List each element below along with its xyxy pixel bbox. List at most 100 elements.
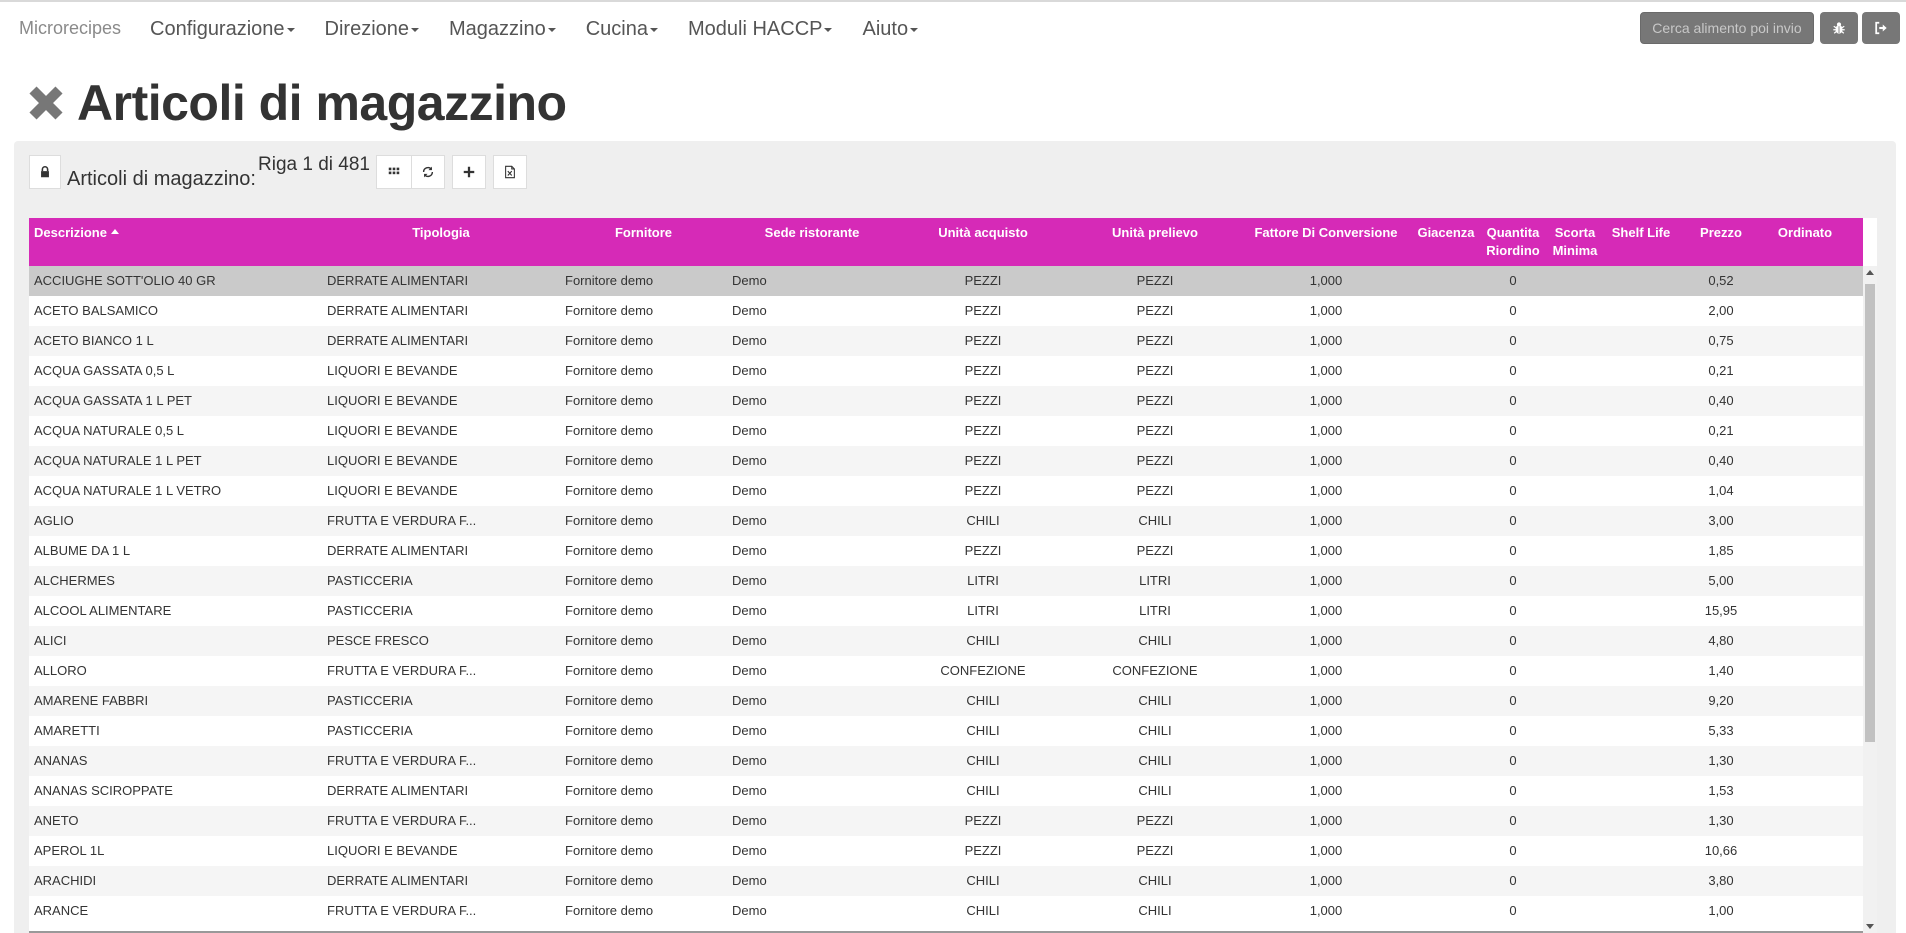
cell-shelf-life [1603,506,1679,536]
column-header-unita-acquisto[interactable]: Unità acquisto [897,218,1069,266]
table-row[interactable]: ALLORO FRUTTA E VERDURA F... Fornitore dem… [29,656,1863,686]
cell-quantita-riordino: 0 [1509,663,1517,678]
add-item-button[interactable] [452,155,486,189]
plus-icon [463,166,475,178]
cell-scorta-minima [1547,506,1603,536]
table-row[interactable]: AMARENE FABBRI PASTICCERIA Fornitore demo D… [29,686,1863,716]
cell-tipologia: DERRATE ALIMENTARI [327,303,469,318]
cell-unita-prelievo: PEZZI [1136,813,1174,828]
column-header-fattore-conversione[interactable]: Fattore Di Conversione [1241,218,1411,266]
food-search-button[interactable]: Cerca alimento poi invio [1640,12,1814,44]
cell-unita-prelievo: PEZZI [1136,423,1174,438]
cell-prezzo: 2,00 [1708,303,1734,318]
cell-sede-ristorante: Demo [732,693,767,708]
table-row[interactable]: ACQUA NATURALE 1 L PET LIQUORI E BEVANDE F… [29,446,1863,476]
table-row[interactable]: ANETO FRUTTA E VERDURA F... Fornitore demo… [29,806,1863,836]
column-header-prezzo[interactable]: Prezzo [1679,218,1763,266]
table-row[interactable]: AMARETTI PASTICCERIA Fornitore demo Demo CHI… [29,716,1863,746]
cell-sede-ristorante: Demo [732,333,767,348]
table-row[interactable]: ALICI PESCE FRESCO Fornitore demo Demo CHILI… [29,626,1863,656]
cell-quantita-riordino: 0 [1509,333,1517,348]
table-row[interactable]: ANANAS FRUTTA E VERDURA F... Fornitore dem… [29,746,1863,776]
grid-body: ACCIUGHE SOTT'OLIO 40 GR DERRATE ALIMENTA… [29,266,1863,926]
nav-item-moduli-haccp[interactable]: Moduli HACCP [688,18,833,41]
table-row[interactable]: ACETO BALSAMICO DERRATE ALIMENTARI Fornito… [29,296,1863,326]
cell-fattore-conversione: 1,000 [1309,363,1343,378]
refresh-icon [422,166,434,178]
table-row[interactable]: ACQUA NATURALE 0,5 L LIQUORI E BEVANDE For… [29,416,1863,446]
cell-scorta-minima [1547,596,1603,626]
cell-ordinato [1763,446,1847,476]
column-header-label: Unità prelievo [1112,225,1198,240]
cell-quantita-riordino: 0 [1509,753,1517,768]
grid-scrollbar[interactable] [1863,266,1877,933]
table-row[interactable]: ARACHIDI DERRATE ALIMENTARI Fornitore demo… [29,866,1863,896]
nav-item-configurazione[interactable]: Configurazione [150,18,295,41]
cell-fattore-conversione: 1,000 [1309,423,1343,438]
nav-item-cucina[interactable]: Cucina [586,18,658,41]
nav-item-direzione[interactable]: Direzione [325,18,420,41]
debug-button[interactable] [1820,12,1858,44]
cell-ordinato [1763,566,1847,596]
table-row[interactable]: ANANAS SCIROPPATE DERRATE ALIMENTARI Forni… [29,776,1863,806]
logout-icon [1875,21,1887,35]
cell-unita-prelievo: PEZZI [1136,393,1174,408]
cell-ordinato [1763,506,1847,536]
cell-fornitore: Fornitore demo [565,633,654,648]
cell-sede-ristorante: Demo [732,273,767,288]
cell-prezzo: 10,66 [1704,843,1738,858]
nav-item-magazzino[interactable]: Magazzino [449,18,556,41]
table-row[interactable]: ACQUA GASSATA 1 L PET LIQUORI E BEVANDE Fo… [29,386,1863,416]
cell-fornitore: Fornitore demo [565,873,654,888]
cell-descrizione: ALBUME DA 1 L [34,543,131,558]
cell-unita-acquisto: LITRI [967,573,999,588]
cell-quantita-riordino: 0 [1509,783,1517,798]
lock-button[interactable] [29,155,61,189]
table-row[interactable]: AGLIO FRUTTA E VERDURA F... Fornitore demo… [29,506,1863,536]
cell-giacenza [1411,716,1481,746]
cell-prezzo: 1,85 [1708,543,1734,558]
column-header-shelf-life[interactable]: Shelf Life [1603,218,1679,266]
table-row[interactable]: ACCIUGHE SOTT'OLIO 40 GR DERRATE ALIMENTA… [29,266,1863,296]
cell-quantita-riordino: 0 [1509,393,1517,408]
cell-ordinato [1763,266,1847,296]
logout-button[interactable] [1862,12,1900,44]
close-x-icon[interactable] [27,84,65,122]
cell-giacenza [1411,476,1481,506]
export-excel-button[interactable] [493,155,527,189]
row-counter: Riga 1 di 481 [258,154,370,175]
column-header-descrizione[interactable]: Descrizione [29,218,322,266]
table-row[interactable]: ALBUME DA 1 L DERRATE ALIMENTARI Fornitore… [29,536,1863,566]
table-row[interactable]: APEROL 1L LIQUORI E BEVANDE Fornitore demo… [29,836,1863,866]
column-header-sede-ristorante[interactable]: Sede ristorante [727,218,897,266]
scroll-up-arrow-icon[interactable] [1866,270,1874,275]
cell-tipologia: FRUTTA E VERDURA F... [327,813,477,828]
cell-fornitore: Fornitore demo [565,813,654,828]
column-header-tipologia[interactable]: Tipologia [322,218,560,266]
cell-unita-acquisto: PEZZI [964,453,1002,468]
refresh-button[interactable] [411,155,445,189]
column-header-fornitore[interactable]: Fornitore [560,218,727,266]
table-row[interactable]: ALCOOL ALIMENTARE PASTICCERIA Fornitore de… [29,596,1863,626]
column-header-giacenza[interactable]: Giacenza [1411,218,1481,266]
cell-shelf-life [1603,296,1679,326]
caret-down-icon [411,27,420,32]
column-header-quantita-riordino[interactable]: Quantita Riordino [1477,218,1549,266]
column-header-unita-prelievo[interactable]: Unità prelievo [1069,218,1241,266]
table-row[interactable]: ACQUA GASSATA 0,5 L LIQUORI E BEVANDE Forn… [29,356,1863,386]
cell-prezzo: 3,80 [1708,873,1734,888]
table-row[interactable]: ALCHERMES PASTICCERIA Fornitore demo Demo LI… [29,566,1863,596]
nav-item-aiuto[interactable]: Aiuto [862,18,919,41]
scroll-down-arrow-icon[interactable] [1866,924,1874,929]
cell-ordinato [1763,836,1847,866]
cell-unita-acquisto: CHILI [966,873,1000,888]
columns-button[interactable] [376,155,412,189]
column-header-scorta-minima[interactable]: Scorta Minima [1547,218,1603,266]
table-row[interactable]: ACQUA NATURALE 1 L VETRO LIQUORI E BEVAND… [29,476,1863,506]
table-row[interactable]: ACETO BIANCO 1 L DERRATE ALIMENTARI Fornit… [29,326,1863,356]
column-header-ordinato[interactable]: Ordinato [1763,218,1847,266]
table-row[interactable]: ARANCE FRUTTA E VERDURA F... Fornitore dem… [29,896,1863,926]
brand-link[interactable]: Microrecipes [19,18,121,39]
cell-tipologia: LIQUORI E BEVANDE [327,483,458,498]
scrollbar-thumb[interactable] [1865,284,1875,742]
